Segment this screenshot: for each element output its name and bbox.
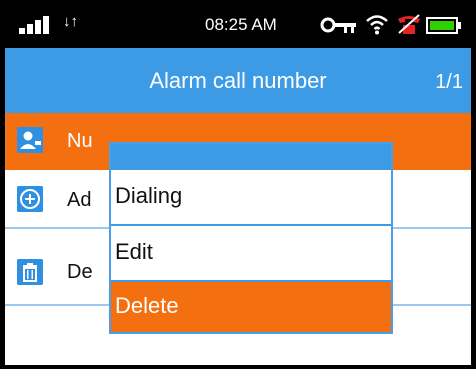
menu-item-label: Delete — [115, 293, 179, 318]
status-time: 08:25 AM — [205, 15, 277, 34]
page-indicator: 1/1 — [435, 71, 463, 93]
contact-icon — [17, 127, 43, 153]
context-menu-header — [111, 144, 391, 170]
phone-screen: ↓↑ 08:25 AM Alarm call number 1/1 Nu Ad … — [0, 0, 476, 369]
context-menu: Dialing Edit Delete — [109, 142, 393, 334]
wifi-icon — [366, 15, 388, 35]
battery-icon — [426, 17, 461, 34]
alarm-icon — [398, 14, 420, 34]
menu-item-delete[interactable]: Delete — [111, 282, 391, 332]
list-item-label: De — [67, 261, 93, 283]
status-bar: ↓↑ 08:25 AM — [5, 0, 471, 48]
menu-item-label: Dialing — [115, 183, 183, 208]
menu-item-edit[interactable]: Edit — [111, 226, 391, 282]
list-item-label: Ad — [67, 189, 92, 211]
page-title: Alarm call number — [149, 68, 327, 93]
menu-item-label: Edit — [115, 239, 153, 264]
add-icon — [17, 186, 43, 212]
title-bar: Alarm call number 1/1 — [5, 48, 471, 113]
signal-icon — [19, 16, 59, 34]
menu-item-dialing[interactable]: Dialing — [111, 170, 391, 226]
trash-icon — [17, 259, 43, 285]
list-item-label: Nu — [67, 130, 93, 152]
data-arrows-icon: ↓↑ — [63, 13, 78, 30]
key-icon — [320, 17, 356, 33]
